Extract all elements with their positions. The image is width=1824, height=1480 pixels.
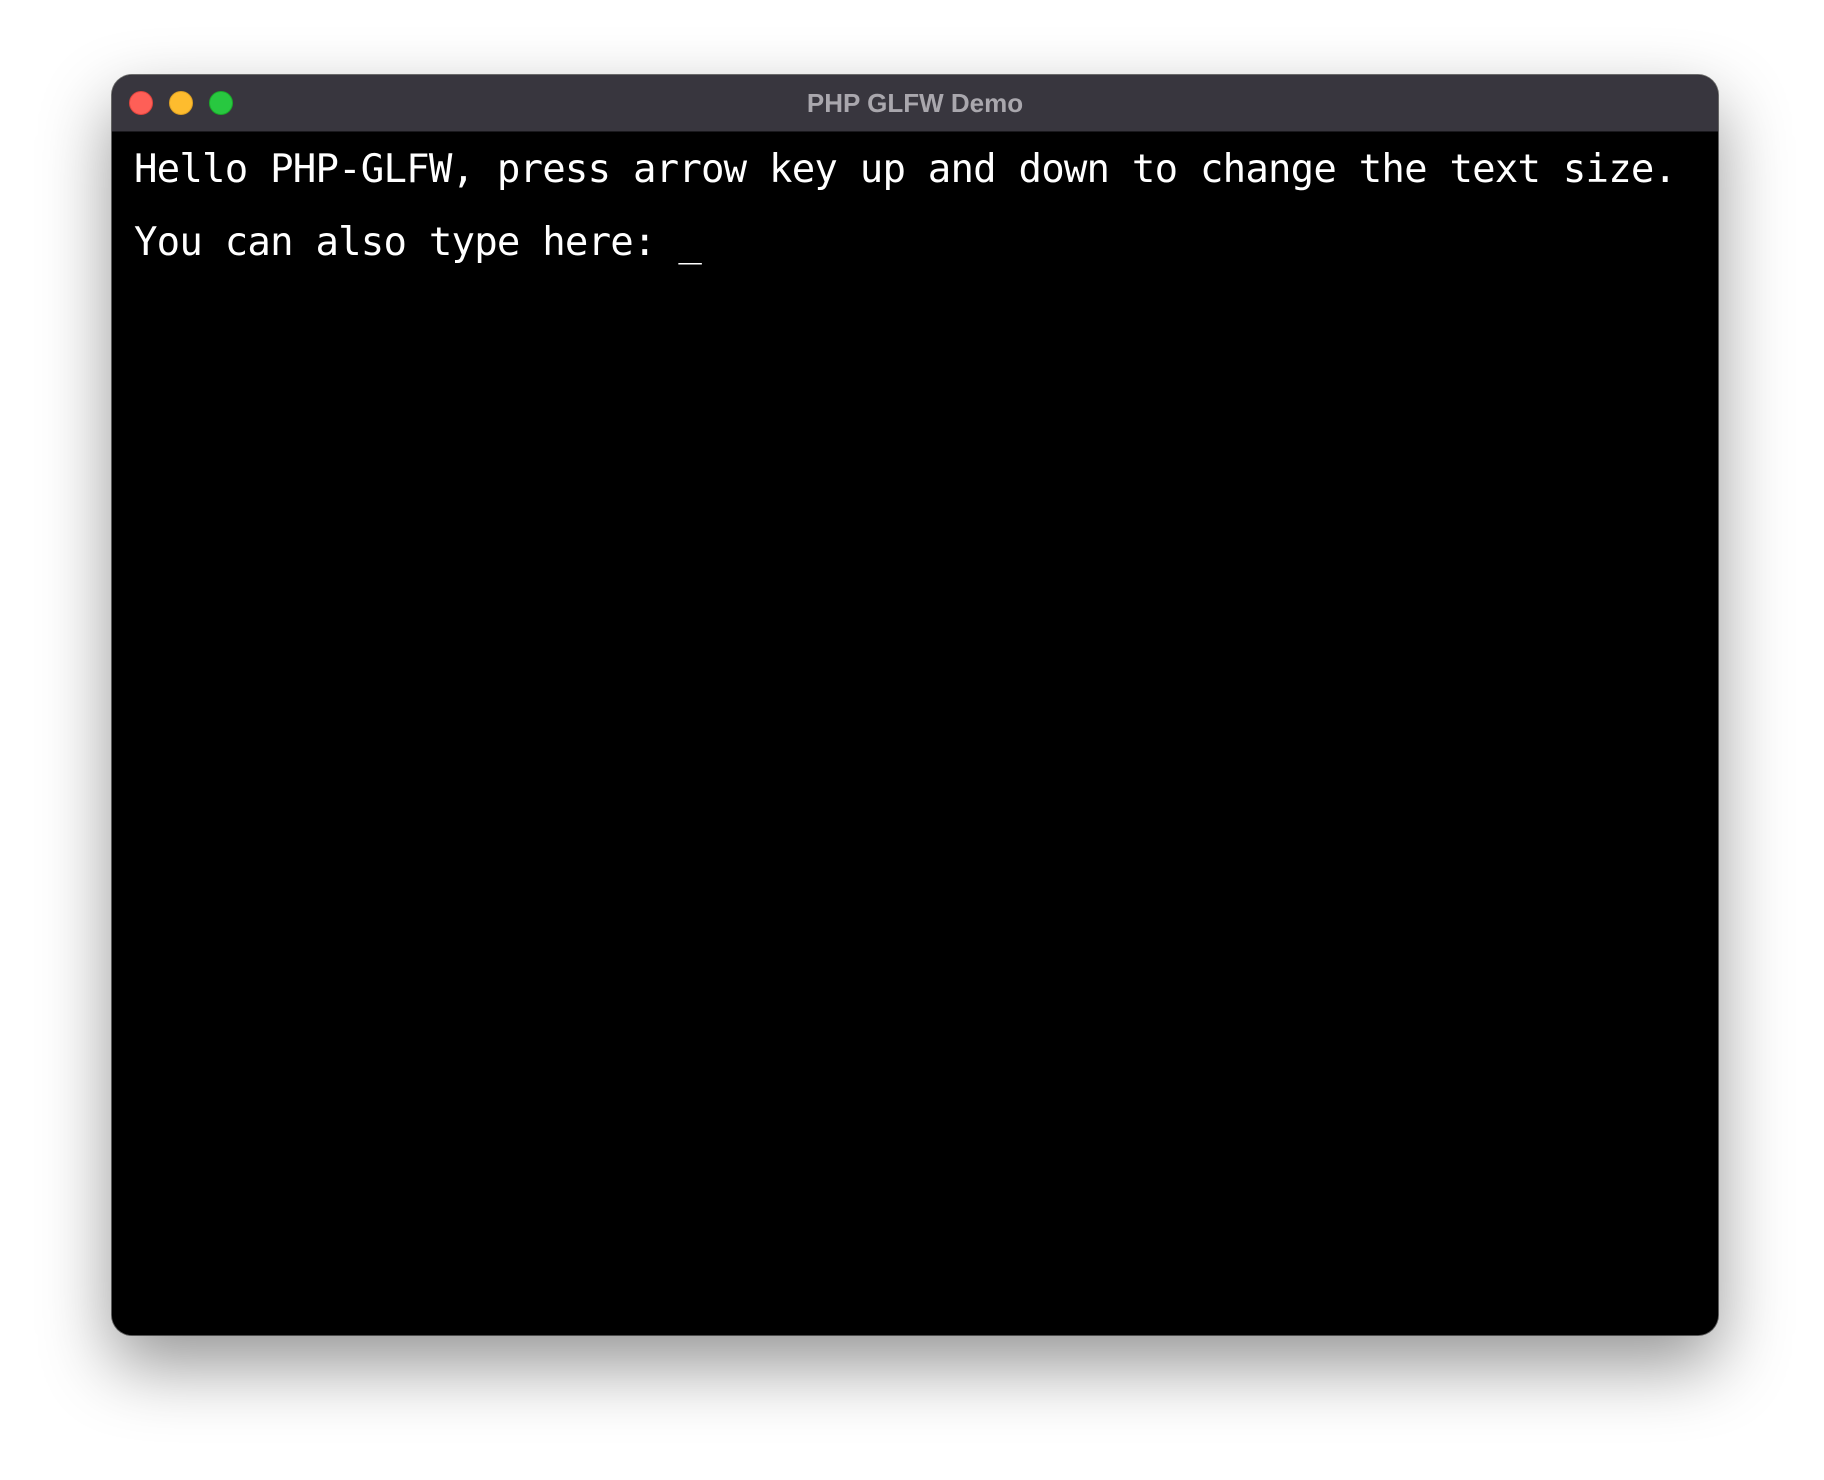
app-window: PHP GLFW Demo Hello PHP-GLFW, press arro… [112,75,1718,1335]
text-cursor: _ [678,220,702,265]
instruction-text: Hello PHP-GLFW, press arrow key up and d… [134,147,1677,192]
typing-line: You can also type here: _ [134,220,702,265]
title-bar[interactable]: PHP GLFW Demo [112,75,1718,132]
window-title: PHP GLFW Demo [806,88,1024,118]
render-canvas[interactable]: Hello PHP-GLFW, press arrow key up and d… [112,132,1718,1335]
typing-prompt: You can also type here: [134,220,679,265]
